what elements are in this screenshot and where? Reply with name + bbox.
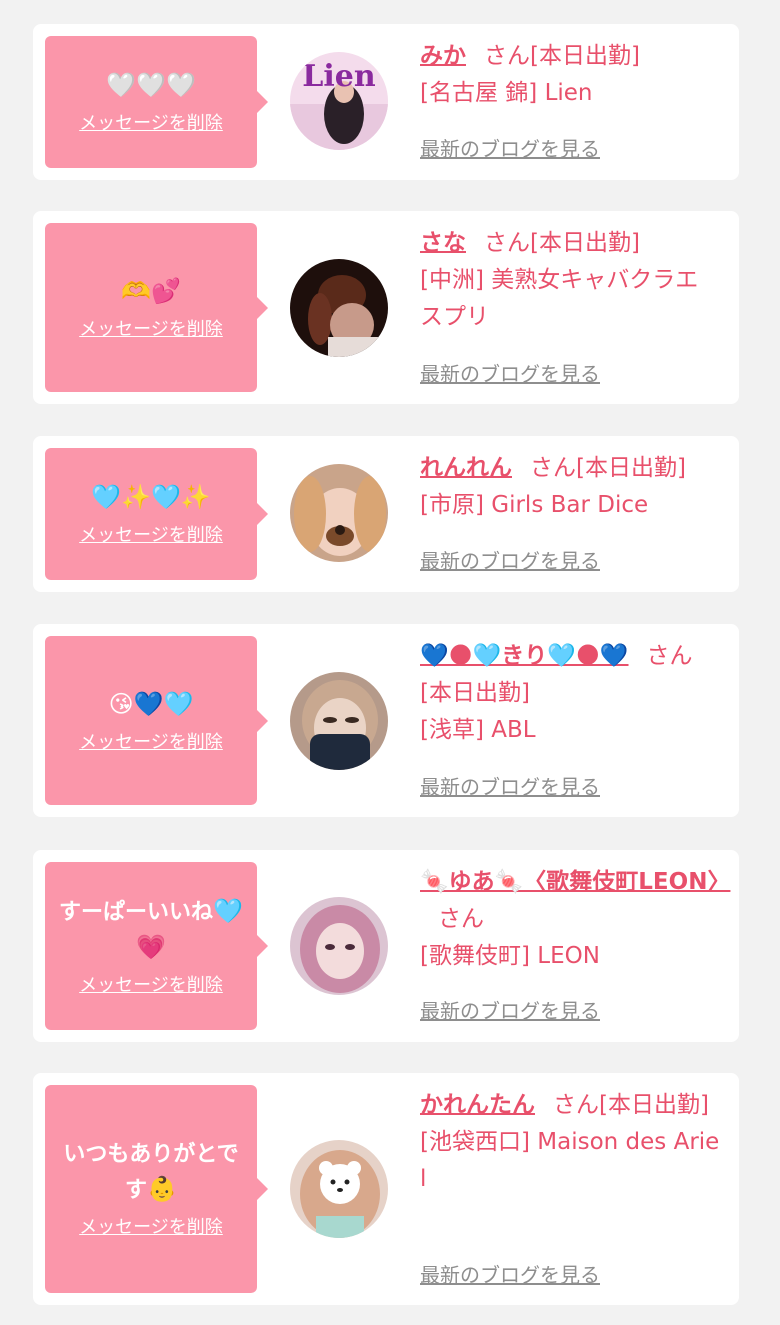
avatar[interactable]: Lien — [290, 52, 388, 150]
message-text: 🤍🤍🤍 — [106, 68, 196, 104]
honorific: さん — [484, 230, 530, 256]
delete-message-link[interactable]: メッセージを削除 — [79, 524, 223, 548]
message-list: 🤍🤍🤍 メッセージを削除 Lien みか さん[本日出勤] [名古屋 錦] Lie… — [0, 0, 780, 1325]
message-bubble: 🫶💕 メッセージを削除 — [45, 223, 268, 392]
cast-info: さな さん[本日出勤] [中洲] 美熟女キャバクラエスプリ — [420, 225, 720, 336]
message-body: すーぱーいいね — [59, 900, 214, 925]
status-badge: [本日出勤] — [530, 230, 640, 256]
honorific: さん — [438, 906, 484, 932]
shop-area: [市原] — [420, 492, 484, 518]
cast-info: みか さん[本日出勤] [名古屋 錦] Lien — [420, 38, 720, 112]
honorific: さん — [484, 43, 530, 69]
honorific: さん — [553, 1092, 599, 1118]
cast-name-link[interactable]: かれんたん — [420, 1092, 535, 1118]
cast-name-link[interactable]: 🍬ゆあ🍬〈歌舞伎町LEON〉 — [420, 869, 730, 895]
latest-blog-link[interactable]: 最新のブログを見る — [420, 772, 600, 802]
status-badge: [本日出勤] — [530, 43, 640, 69]
message-bubble: 😘💙🩵 メッセージを削除 — [45, 636, 268, 805]
latest-blog-link[interactable]: 最新のブログを見る — [420, 359, 600, 389]
message-bubble: すーぱーいいね🩵💗 メッセージを削除 — [45, 862, 268, 1030]
status-badge: [本日出勤] — [420, 680, 530, 706]
message-text: すーぱーいいね🩵💗 — [53, 894, 249, 966]
honorific: さん — [646, 643, 693, 669]
delete-message-link[interactable]: メッセージを削除 — [79, 112, 223, 136]
avatar[interactable] — [290, 672, 388, 770]
cast-info: れんれん さん[本日出勤] [市原] Girls Bar Dice — [420, 450, 720, 524]
shop-area: [池袋西口] — [420, 1129, 530, 1155]
status-badge: [本日出勤] — [576, 455, 686, 481]
message-card: すーぱーいいね🩵💗 メッセージを削除 🍬ゆあ🍬〈歌舞伎町LEON〉さん [歌舞伎… — [33, 850, 739, 1042]
avatar[interactable] — [290, 897, 388, 995]
message-emoji: 🤍🤍🤍 — [106, 71, 196, 99]
delete-message-link[interactable]: メッセージを削除 — [79, 731, 223, 755]
message-emoji: 🩵✨🩵✨ — [91, 483, 211, 511]
delete-message-link[interactable]: メッセージを削除 — [79, 974, 223, 998]
shop-name: Lien — [544, 80, 593, 106]
message-text: いつもありがとです👶 — [53, 1138, 249, 1208]
message-card: 😘💙🩵 メッセージを削除 💙🌑🩵きり🩵🌑💙 さん [本日出勤] [浅草] ABL 最… — [33, 624, 739, 817]
message-emoji: 🫶💕 — [121, 276, 181, 305]
cast-name-link[interactable]: みか — [420, 43, 466, 69]
latest-blog-link[interactable]: 最新のブログを見る — [420, 996, 600, 1026]
message-card: 🤍🤍🤍 メッセージを削除 Lien みか さん[本日出勤] [名古屋 錦] Lie… — [33, 24, 739, 180]
message-bubble: いつもありがとです👶 メッセージを削除 — [45, 1085, 268, 1293]
honorific: さん — [530, 455, 576, 481]
avatar[interactable] — [290, 464, 388, 562]
delete-message-link[interactable]: メッセージを削除 — [79, 318, 223, 342]
message-text: 🫶💕 — [121, 274, 181, 310]
cast-info: 🍬ゆあ🍬〈歌舞伎町LEON〉さん [歌舞伎町] LEON — [420, 864, 730, 975]
latest-blog-link[interactable]: 最新のブログを見る — [420, 134, 600, 164]
cast-info: 💙🌑🩵きり🩵🌑💙 さん [本日出勤] [浅草] ABL — [420, 638, 720, 749]
avatar[interactable] — [290, 1140, 388, 1238]
cast-info: かれんたん さん[本日出勤] [池袋西口] Maison des Ariel — [420, 1087, 720, 1198]
shop-area: [名古屋 錦] — [420, 80, 538, 106]
latest-blog-link[interactable]: 最新のブログを見る — [420, 1260, 600, 1290]
message-text: 😘💙🩵 — [109, 687, 194, 723]
avatar[interactable] — [290, 259, 388, 357]
message-card: 🩵✨🩵✨ メッセージを削除 れんれん さん[本日出勤] [市原] Girls Ba… — [33, 436, 739, 592]
shop-name: LEON — [537, 943, 600, 969]
shop-area: [歌舞伎町] — [420, 943, 530, 969]
message-emoji: 👶 — [147, 1175, 177, 1203]
cast-name-link[interactable]: 💙🌑🩵きり🩵🌑💙 — [420, 643, 629, 669]
message-card: 🫶💕 メッセージを削除 さな さん[本日出勤] [中洲] 美熟女キャバクラエスプリ… — [33, 211, 739, 404]
message-text: 🩵✨🩵✨ — [91, 480, 211, 516]
shop-area: [浅草] — [420, 717, 484, 743]
latest-blog-link[interactable]: 最新のブログを見る — [420, 546, 600, 576]
status-badge: [本日出勤] — [599, 1092, 709, 1118]
delete-message-link[interactable]: メッセージを削除 — [79, 1216, 223, 1240]
shop-name: ABL — [491, 717, 536, 743]
message-card: いつもありがとです👶 メッセージを削除 かれんたん さん[本日出勤] [池袋西口]… — [33, 1073, 739, 1305]
cast-name-link[interactable]: れんれん — [420, 455, 512, 481]
cast-name-link[interactable]: さな — [420, 230, 466, 256]
message-emoji: 😘💙🩵 — [108, 689, 194, 718]
message-bubble: 🩵✨🩵✨ メッセージを削除 — [45, 448, 268, 580]
shop-area: [中洲] — [420, 267, 484, 293]
message-bubble: 🤍🤍🤍 メッセージを削除 — [45, 36, 268, 168]
shop-name: Girls Bar Dice — [491, 492, 649, 518]
avatar-logo-text: Lien — [302, 59, 376, 94]
